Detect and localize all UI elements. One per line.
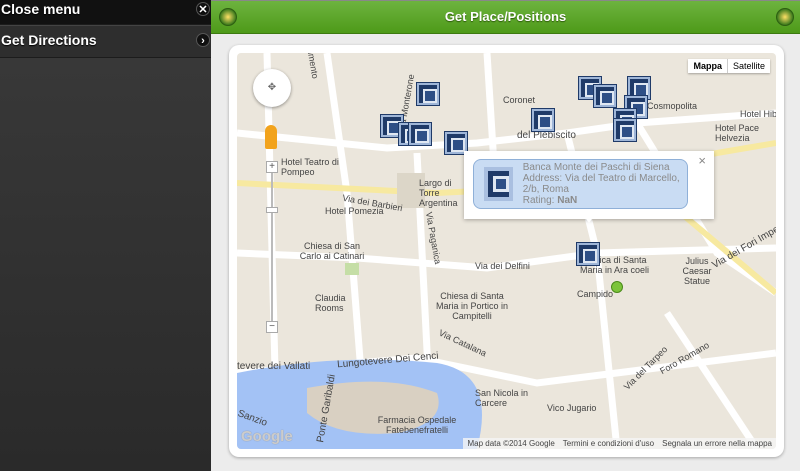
place-marker[interactable] — [593, 84, 617, 108]
map-label: Claudia Rooms — [315, 293, 346, 313]
close-menu-button[interactable]: Close menu ✕ — [0, 0, 211, 25]
place-marker-selected[interactable] — [576, 242, 600, 266]
place-marker[interactable] — [408, 122, 432, 146]
map-label: Cosmopolita — [647, 101, 698, 111]
map-type-satellite[interactable]: Satellite — [726, 59, 770, 73]
map-label: Chiesa di Santa Maria in Portico in Camp… — [435, 291, 509, 321]
google-logo: Google — [241, 428, 293, 445]
map-label: Farmacia Ospedale Fatebenefratelli — [377, 415, 457, 435]
info-window-tail — [579, 209, 599, 233]
page-title: Get Place/Positions — [444, 9, 567, 24]
close-icon: ✕ — [196, 2, 210, 16]
location-pin-icon[interactable] — [611, 281, 623, 293]
zoom-handle[interactable] — [266, 207, 278, 213]
info-icon[interactable] — [776, 8, 794, 26]
map-type-map[interactable]: Mappa — [688, 59, 727, 73]
header: Get Place/Positions — [211, 0, 800, 34]
map-label: Hotel Pomezia — [325, 206, 384, 216]
map-label: Via dei Delfini — [475, 261, 530, 271]
zoom-track[interactable] — [271, 171, 273, 323]
rating-label: Rating: — [522, 195, 555, 206]
map-label: Vico Jugario — [547, 403, 597, 413]
place-marker[interactable] — [531, 108, 555, 132]
sidebar: Close menu ✕ Get Directions › — [0, 0, 211, 471]
map-label: Largo di Torre Argentina — [419, 178, 458, 208]
zoom-slider[interactable]: + − — [266, 161, 278, 333]
map-label: Chiesa di San Carlo ai Catinari — [299, 241, 365, 261]
get-directions-button[interactable]: Get Directions › — [0, 25, 211, 58]
map-label: del Plebiscito — [517, 130, 576, 141]
rating-value: NaN — [557, 195, 578, 206]
place-marker[interactable] — [613, 118, 637, 142]
map-label: Hotel Pace Helvezia — [715, 123, 760, 143]
map-label: Hotel Teatro di Pompeo — [281, 157, 339, 177]
map-footer: Map data ©2014 Google Termini e condizio… — [463, 438, 776, 449]
zoom-in-button[interactable]: + — [266, 161, 278, 173]
main-app: Get Place/Positions cimento Via Monteron… — [211, 0, 800, 471]
report-error-link[interactable]: Segnala un errore nella mappa — [662, 439, 772, 448]
get-directions-label: Get Directions — [1, 32, 97, 48]
map-label: Campido — [577, 289, 614, 299]
place-marker[interactable] — [416, 82, 440, 106]
map-card: cimento Via Monterone Coronet del Plebis… — [229, 45, 784, 457]
map-data-attribution: Map data ©2014 Google — [467, 439, 555, 448]
map-label: Coronet — [503, 95, 536, 105]
street-view-pegman-icon[interactable] — [265, 125, 277, 149]
chevron-right-icon: › — [196, 33, 210, 47]
map-label: San Nicola in Carcere — [475, 388, 529, 408]
pan-control[interactable]: ✥ — [253, 69, 291, 107]
place-marker-icon — [484, 167, 513, 201]
globe-icon[interactable] — [219, 8, 237, 26]
map-type-control: Mappa Satellite — [688, 59, 770, 73]
close-menu-label: Close menu — [1, 1, 81, 17]
close-icon[interactable]: × — [698, 153, 706, 168]
info-window-content: Banca Monte dei Paschi di Siena Address:… — [473, 159, 688, 209]
info-window: Banca Monte dei Paschi di Siena Address:… — [464, 151, 714, 223]
place-address: Address: Via del Teatro di Marcello, 2/b… — [522, 173, 680, 195]
place-name: Banca Monte dei Paschi di Siena — [522, 162, 670, 173]
map-label: Hotel Hib — [740, 109, 776, 119]
map[interactable]: cimento Via Monterone Coronet del Plebis… — [237, 53, 776, 449]
zoom-out-button[interactable]: − — [266, 321, 278, 333]
map-label: tevere dei Vallati — [237, 361, 311, 372]
terms-link[interactable]: Termini e condizioni d'uso — [563, 439, 654, 448]
